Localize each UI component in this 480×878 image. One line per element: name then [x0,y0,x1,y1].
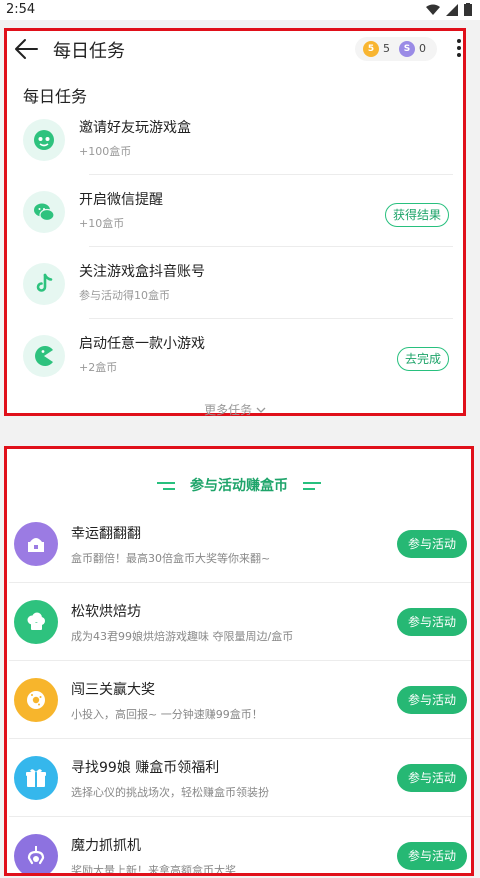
activity-name: 松软烘焙坊 [71,604,141,620]
more-tasks-label: 更多任务 [204,403,253,417]
battery-icon [464,3,472,16]
activity-item[interactable]: 松软烘焙坊 成为43君99娘烘焙游戏趣味 夺限量周边/盒币 参与活动 [9,583,471,661]
back-arrow-icon [15,39,38,59]
activity-item[interactable]: 魔力抓抓机 奖励大量上新！来拿高额盒币大奖 参与活动 [9,817,471,876]
status-time: 2:54 [6,2,36,17]
status-icons [426,3,472,16]
wechat-icon [23,191,65,233]
activity-desc: 奖励大量上新！来拿高额盒币大奖 [71,864,236,876]
activity-name: 魔力抓抓机 [71,838,141,854]
activity-name: 闯三关赢大奖 [71,682,155,698]
chevron-down-icon [256,407,266,413]
banner-decoration-left [157,482,176,490]
go-complete-button[interactable]: 去完成 [396,347,449,371]
join-activity-button[interactable]: 参与活动 [397,608,467,636]
task-reward: +2盒币 [79,361,118,374]
divider [89,174,453,175]
activity-desc: 成为43君99娘烘焙游戏趣味 夺限量周边/盒币 [71,630,294,643]
more-menu-icon[interactable] [454,37,464,63]
treasure-box-icon [14,522,58,566]
wifi-icon [426,4,440,15]
join-activity-button[interactable]: 参与活动 [397,530,467,558]
divider [89,246,453,247]
divider [89,318,453,319]
task-name: 启动任意一款小游戏 [79,336,205,352]
activities-card: 参与活动赚盒币 幸运翻翻翻 盒币翻倍！最高30倍盒币大奖等你来翻~ 参与活动 松… [4,446,474,876]
gift-box-icon [14,756,58,800]
task-item[interactable]: 启动任意一款小游戏 +2盒币 去完成 [21,327,453,391]
activities-title: 参与活动赚盒币 [190,478,288,494]
activity-item[interactable]: 寻找99娘 赚盒币领福利 选择心仪的挑战场次，轻松赚盒币领装扮 参与活动 [9,739,471,817]
silver-coin-count: 0 [419,42,426,55]
claw-machine-icon [14,834,58,873]
task-item[interactable]: 开启微信提醒 +10盒币 获得结果 [21,183,453,247]
get-result-button[interactable]: 获得结果 [384,203,449,227]
back-button[interactable] [13,36,41,62]
join-activity-button[interactable]: 参与活动 [397,686,467,714]
task-item[interactable]: 关注游戏盒抖音账号 参与活动得10盒币 [21,255,453,319]
banner-decoration-right [302,482,321,490]
page-title: 每日任务 [53,41,125,62]
pacman-game-icon [23,335,65,377]
game-controller-icon [23,119,65,161]
task-name: 邀请好友玩游戏盒 [79,120,191,136]
gold-coin-count: 5 [383,42,390,55]
task-reward: +100盒币 [79,145,132,158]
chef-hat-icon [14,600,58,644]
task-reward: +10盒币 [79,217,125,230]
app-header: 每日任务 5 5 S 0 [7,31,463,69]
more-tasks-link[interactable]: 更多任务 [7,401,463,418]
activity-item[interactable]: 幸运翻翻翻 盒币翻倍！最高30倍盒币大奖等你来翻~ 参与活动 [9,505,471,583]
join-activity-button[interactable]: 参与活动 [397,842,467,870]
silver-coin-icon: S [399,41,415,57]
activity-item[interactable]: 闯三关赢大奖 小投入，高回报~ 一分钟速赚99盒币！ 参与活动 [9,661,471,739]
activity-desc: 盒币翻倍！最高30倍盒币大奖等你来翻~ [71,552,271,565]
task-name: 开启微信提醒 [79,192,163,208]
status-bar: 2:54 [0,0,480,20]
gold-coin-icon: 5 [363,41,379,57]
task-name: 关注游戏盒抖音账号 [79,264,205,280]
coin-balance[interactable]: 5 5 S 0 [355,37,437,61]
task-reward: 参与活动得10盒币 [79,289,170,302]
daily-tasks-card: 每日任务 5 5 S 0 每日任务 邀请好友玩游戏盒 +100盒币 开启微信提醒… [4,28,466,418]
join-activity-button[interactable]: 参与活动 [397,764,467,792]
activities-banner: 参与活动赚盒币 [7,475,471,495]
donut-icon [14,678,58,722]
activity-desc: 小投入，高回报~ 一分钟速赚99盒币！ [71,708,263,721]
activity-name: 幸运翻翻翻 [71,526,141,542]
signal-icon [446,3,458,16]
tiktok-icon [23,263,65,305]
daily-section-title: 每日任务 [23,87,88,106]
activity-name: 寻找99娘 赚盒币领福利 [71,760,220,776]
task-item[interactable]: 邀请好友玩游戏盒 +100盒币 [21,111,453,175]
activity-desc: 选择心仪的挑战场次，轻松赚盒币领装扮 [71,786,269,799]
